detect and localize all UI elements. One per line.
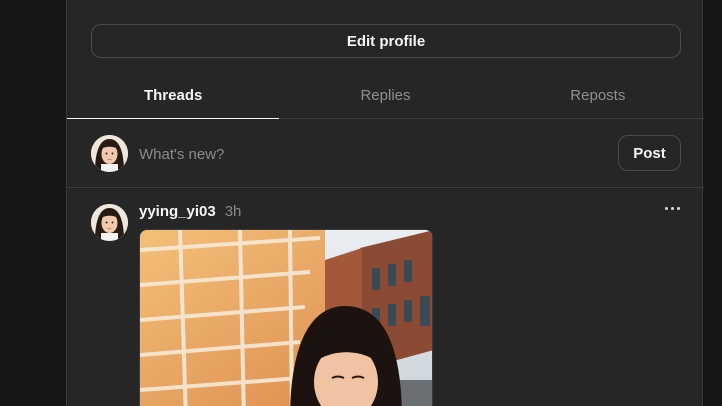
more-horizontal-icon[interactable] <box>659 198 685 218</box>
post-button[interactable]: Post <box>618 135 681 171</box>
profile-tabs: Threads Replies Reposts <box>67 72 704 119</box>
whats-new-input[interactable] <box>139 143 439 165</box>
right-gutter <box>703 0 722 406</box>
post-timestamp: 3h <box>224 203 242 220</box>
thread-post: yying_yi03 3h <box>67 188 704 406</box>
post-header: yying_yi03 3h <box>139 203 241 220</box>
post-avatar[interactable] <box>91 204 128 241</box>
avatar[interactable] <box>91 135 128 172</box>
left-gutter <box>0 0 66 406</box>
composer: Post <box>67 119 704 188</box>
post-image[interactable] <box>139 229 433 406</box>
edit-profile-button[interactable]: Edit profile <box>91 24 681 58</box>
tab-reposts[interactable]: Reposts <box>492 72 704 118</box>
tab-replies[interactable]: Replies <box>279 72 491 118</box>
tab-threads[interactable]: Threads <box>67 72 280 119</box>
post-username[interactable]: yying_yi03 <box>139 203 216 220</box>
profile-panel: Edit profile Threads Replies Reposts Pos… <box>66 0 704 406</box>
